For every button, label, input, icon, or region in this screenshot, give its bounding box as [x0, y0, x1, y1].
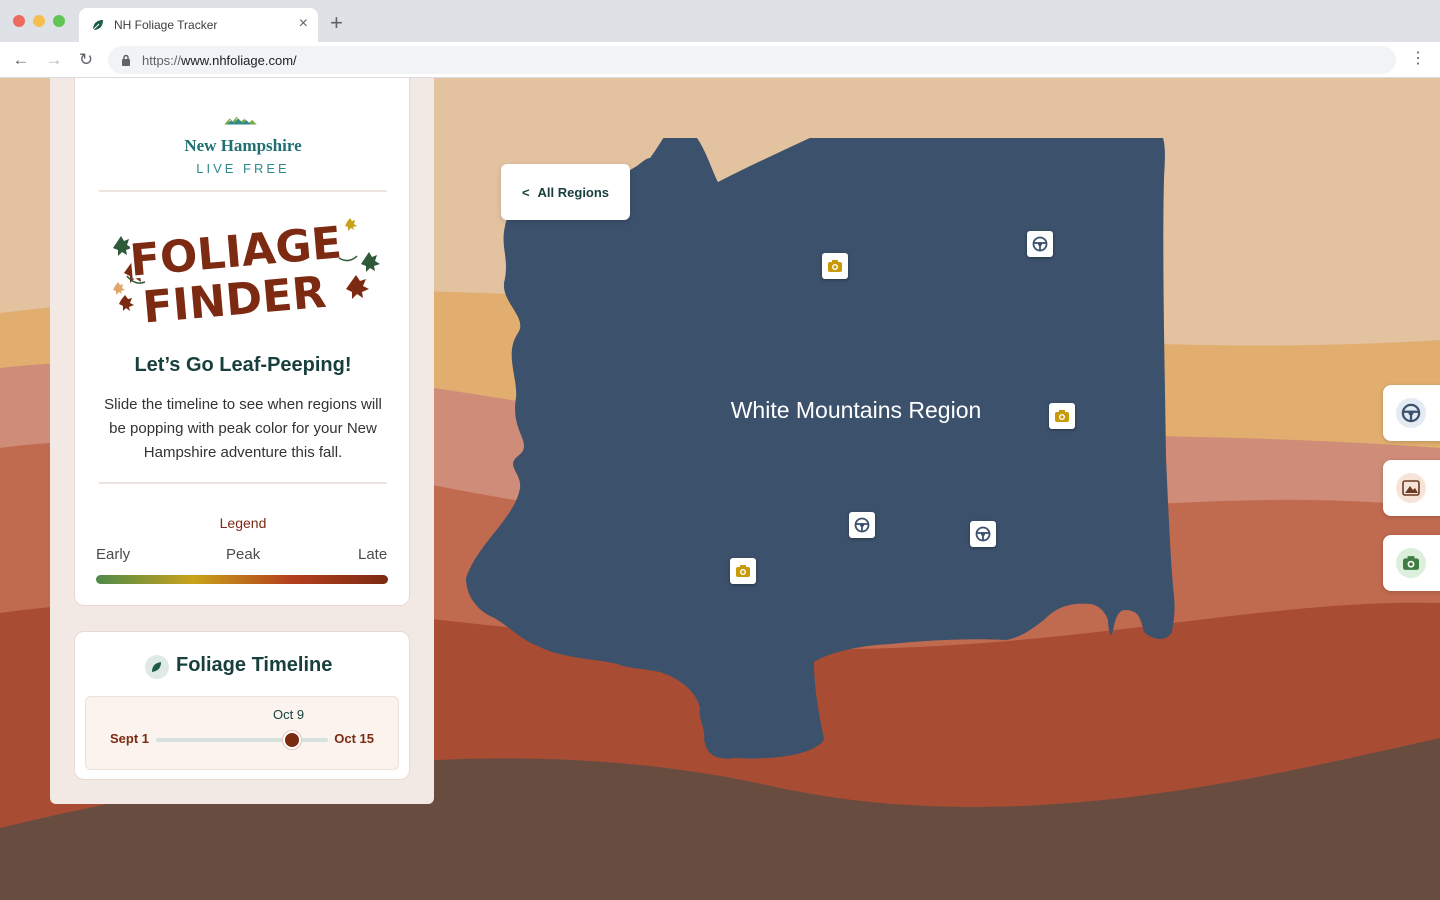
camera-icon [1055, 410, 1069, 422]
timeline-slider-thumb[interactable] [282, 731, 301, 749]
leaf-icon [145, 655, 169, 679]
timeline-card: Foliage Timeline Oct 9 Sept 1 Oct 15 [74, 631, 410, 780]
legend-early-label: Early [96, 546, 131, 563]
mountain-icon [1396, 473, 1426, 503]
browser-toolbar: ← → ↻ https://www.nhfoliage.com/ ⋮ [0, 42, 1440, 78]
browser-titlebar: NH Foliage Tracker × + [0, 0, 1440, 42]
brand-motto: LIVE FREE [196, 161, 290, 176]
headline: Let’s Go Leaf-Peeping! [134, 354, 352, 376]
back-arrow-icon[interactable]: ← [10, 49, 32, 71]
camera-marker[interactable] [822, 253, 848, 279]
close-window-button[interactable] [13, 15, 25, 27]
filter-scenic-drives-button[interactable] [1383, 385, 1440, 441]
description: Slide the timeline to see when regions w… [104, 396, 382, 461]
maximize-window-button[interactable] [53, 15, 65, 27]
lock-icon [122, 54, 130, 66]
camera-marker[interactable] [730, 558, 756, 584]
steering-wheel-icon [975, 526, 991, 542]
camera-icon [736, 565, 750, 577]
timeline-start-label: Sept 1 [110, 731, 150, 746]
camera-icon [1396, 548, 1426, 578]
chevron-left-icon: < [521, 184, 530, 200]
all-regions-button[interactable]: < All Regions [501, 164, 630, 220]
brand-name: New Hampshire [184, 136, 302, 155]
browser-tab[interactable]: NH Foliage Tracker × [79, 8, 318, 42]
region-name: White Mountains Region [730, 397, 982, 423]
timeline-end-label: Oct 15 [334, 731, 374, 746]
browser-menu-icon[interactable]: ⋮ [1410, 50, 1426, 68]
foliage-finder-logo: FOLIAGE FINDER [113, 214, 380, 330]
scenic-drive-marker[interactable] [849, 512, 875, 538]
camera-icon [828, 260, 842, 272]
camera-marker[interactable] [1049, 403, 1075, 429]
sidebar-panel: New Hampshire LIVE FREE FOLIAGE FINDER L… [50, 78, 434, 804]
filter-hikes-button[interactable] [1383, 460, 1440, 516]
timeline-title: Foliage Timeline [176, 654, 333, 676]
timeline-slider-box: Oct 9 Sept 1 Oct 15 [85, 696, 399, 770]
steering-wheel-icon [1396, 398, 1426, 428]
timeline-track[interactable] [156, 731, 328, 749]
divider [99, 190, 387, 192]
leaf-icon [92, 20, 103, 31]
legend-late-label: Late [358, 546, 388, 563]
all-regions-label: All Regions [537, 184, 610, 200]
intro-card: New Hampshire LIVE FREE FOLIAGE FINDER L… [74, 78, 410, 606]
new-tab-button[interactable]: + [330, 12, 343, 34]
scenic-drive-marker[interactable] [970, 521, 996, 547]
address-bar[interactable]: https://www.nhfoliage.com/ [108, 46, 1396, 74]
page-viewport: New Hampshire LIVE FREE FOLIAGE FINDER L… [0, 78, 1440, 900]
url-text: https://www.nhfoliage.com/ [142, 53, 297, 68]
scenic-drive-marker[interactable] [1027, 231, 1053, 257]
legend-gradient-bar [96, 575, 388, 584]
tab-title: NH Foliage Tracker [114, 18, 218, 32]
forward-arrow-icon[interactable]: → [43, 49, 65, 71]
tab-close-icon[interactable]: × [299, 15, 308, 33]
white-mountains-region-shape[interactable] [460, 138, 1180, 768]
legend-peak-label: Peak [226, 546, 261, 563]
steering-wheel-icon [1032, 236, 1048, 252]
reload-icon[interactable]: ↻ [75, 49, 97, 71]
filter-photo-spots-button[interactable] [1383, 535, 1440, 591]
divider [99, 482, 387, 484]
legend-title: Legend [219, 515, 267, 531]
minimize-window-button[interactable] [33, 15, 45, 27]
steering-wheel-icon [854, 517, 870, 533]
